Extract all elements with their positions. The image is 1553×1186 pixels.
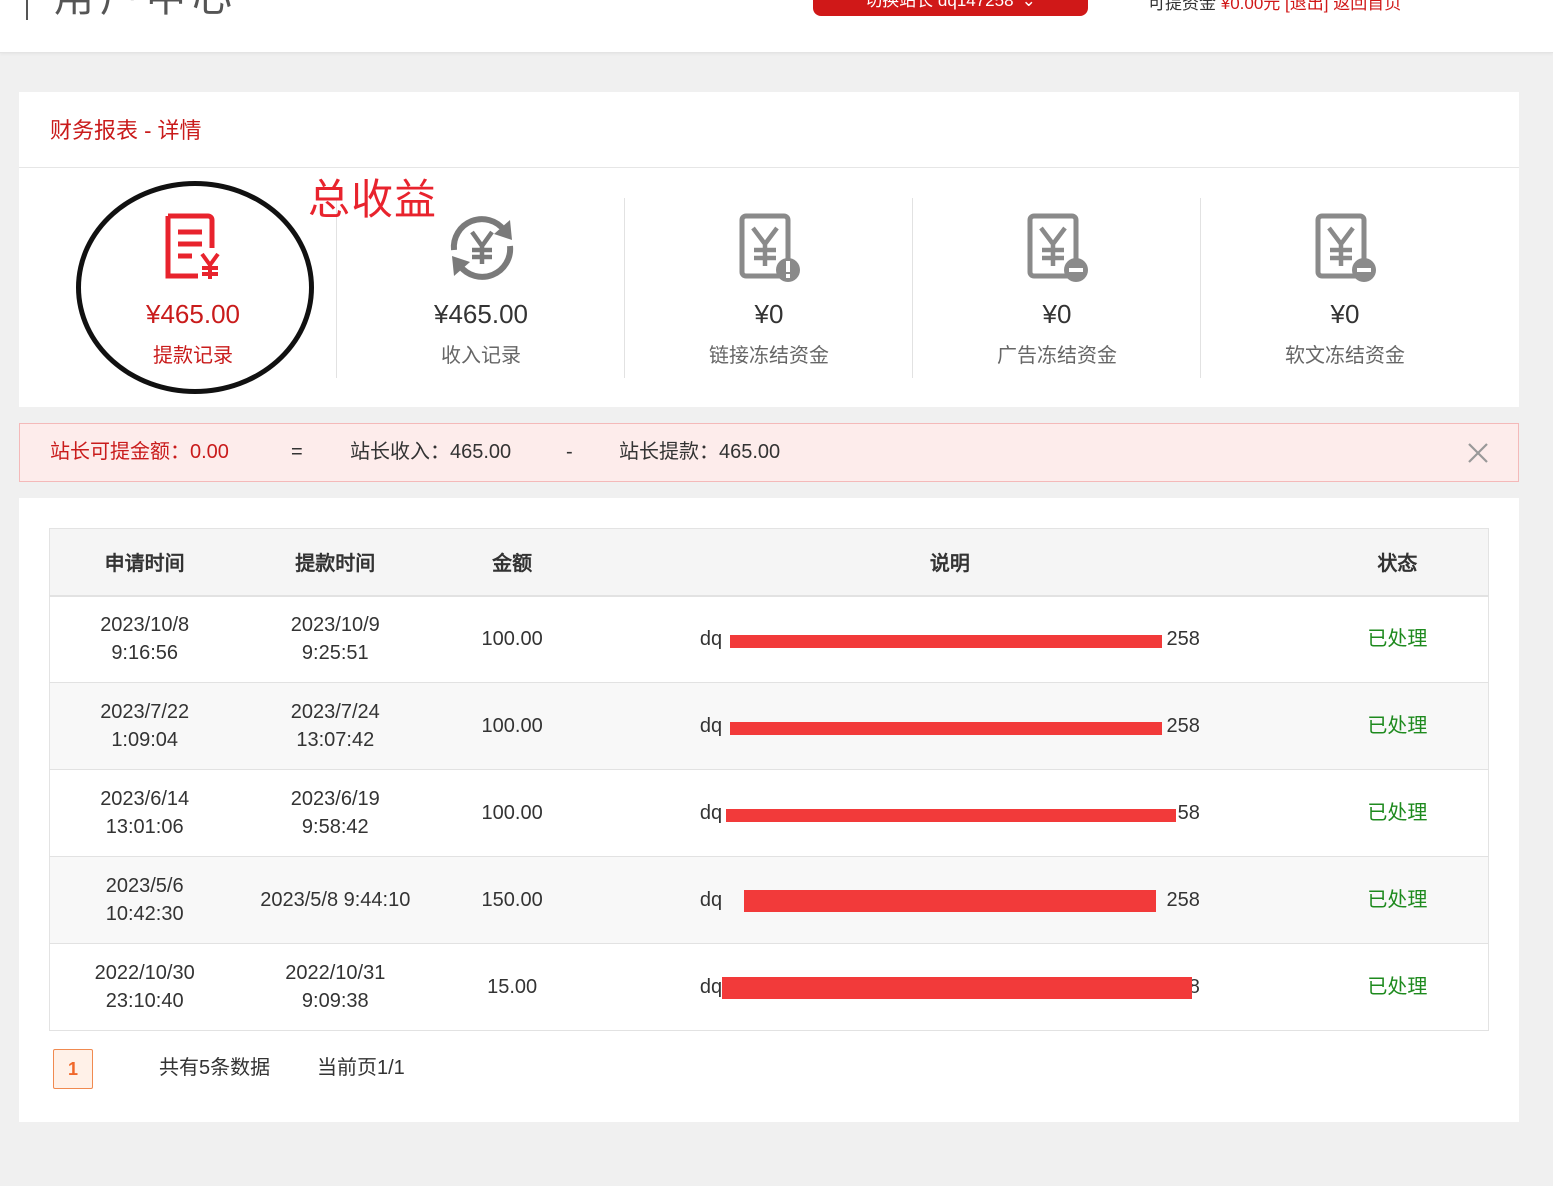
stat-label: 软文冻结资金: [1285, 345, 1405, 367]
withdraw-time-cell: 2023/6/19 9:58:42: [290, 788, 380, 838]
switch-site-label: 切换站长 dq147258: [865, 0, 1014, 10]
redaction-mark: [729, 635, 1162, 649]
amount-cell: 15.00: [487, 976, 538, 998]
amount-cell: 100.00: [481, 628, 543, 651]
apply-time-cell: 2023/10/8 9:16:56: [100, 614, 190, 665]
top-header: 用户中心 切换站长 dq147258 ⌄ 可提资金 ¥0.00元 [退出] 返回首…: [0, 0, 1553, 53]
description-cell: dq 58: [699, 802, 1200, 824]
stat-label: 链接冻结资金: [709, 345, 829, 367]
table-header-row: 申请时间 提款时间 金额 说明 状态: [49, 528, 1489, 597]
stat-label: 收入记录: [441, 345, 521, 367]
equals-sign: =: [291, 441, 303, 463]
records-panel: 申请时间 提款时间 金额 说明 状态 2023/10/8 9:16:56 2023…: [19, 498, 1519, 1122]
apply-time-cell: 2023/5/6 10:42:30: [105, 875, 184, 925]
description-cell: dq 258: [699, 715, 1200, 737]
withdrawable-amount-text: 站长可提金额：0.00: [50, 441, 229, 463]
panel-title: 财务报表 - 详情: [19, 92, 1519, 168]
logout-link[interactable]: [退出]: [1285, 0, 1328, 13]
status-cell: 已处理: [1367, 889, 1428, 911]
withdraw-table: 申请时间 提款时间 金额 说明 状态 2023/10/8 9:16:56 2023…: [49, 528, 1489, 1031]
table-row: 2023/7/22 1:09:04 2023/7/24 13:07:42 100.0…: [49, 682, 1489, 770]
close-icon[interactable]: [1466, 441, 1490, 465]
balance-alert: 站长可提金额：0.00 = 站长收入：465.00 - 站长提款：465.00: [19, 423, 1519, 482]
header-apply-time: 申请时间: [49, 528, 240, 597]
frozen-minus-icon: [1315, 213, 1376, 282]
frozen-warning-icon: [739, 213, 800, 282]
table-row: 2023/5/6 10:42:30 2023/5/8 9:44:10 150.00…: [49, 856, 1489, 944]
withdraw-time-cell: 2022/10/31 9:09:38: [285, 962, 386, 1012]
withdrawn-text: 站长提款：465.00: [619, 441, 781, 463]
table-row: 2023/10/8 9:16:56 2023/10/9 9:25:51 100.00…: [49, 596, 1489, 683]
description-cell: dq 258: [699, 889, 1200, 912]
total-count: 共有5条数据: [159, 1057, 271, 1079]
status-cell: 已处理: [1367, 802, 1428, 824]
withdraw-time-cell: 2023/5/8 9:44:10: [260, 889, 411, 911]
status-cell: 已处理: [1367, 628, 1428, 651]
withdrawable-label: 可提资金: [1148, 0, 1216, 13]
redaction-mark: [743, 890, 1156, 912]
table-row: 2022/10/30 23:10:40 2022/10/31 9:09:38 15.…: [49, 944, 1489, 1031]
stat-amount: ¥465.00: [434, 299, 528, 329]
back-home-link[interactable]: 返回首页: [1333, 0, 1401, 13]
chevron-down-icon: ⌄: [1021, 0, 1036, 10]
page-1-button[interactable]: 1: [53, 1049, 93, 1089]
header-amount: 金额: [431, 528, 594, 597]
income-text: 站长收入：465.00: [350, 441, 512, 463]
redaction-mark: [725, 809, 1176, 822]
withdraw-time-cell: 2023/7/24 13:07:42: [290, 701, 380, 751]
header-description: 说明: [593, 528, 1307, 597]
refresh-yen-icon: [450, 216, 514, 280]
description-cell: dq 8: [699, 976, 1200, 999]
amount-cell: 150.00: [481, 889, 543, 911]
withdraw-time-cell: 2023/10/9 9:25:51: [290, 614, 380, 665]
amount-cell: 100.00: [481, 802, 543, 824]
account-info: 可提资金 ¥0.00元 [退出] 返回首页: [1148, 0, 1401, 14]
stat-article-frozen[interactable]: ¥0 软文冻结资金: [1201, 198, 1489, 378]
stat-link-frozen[interactable]: ¥0 链接冻结资金: [625, 198, 913, 378]
annotation-circle: [76, 181, 314, 394]
frozen-minus-icon: [1027, 213, 1088, 282]
status-cell: 已处理: [1367, 715, 1428, 737]
redaction-mark: [721, 977, 1192, 999]
stat-amount: ¥0: [1330, 299, 1360, 329]
stat-amount: ¥0: [754, 299, 784, 329]
stat-label: 广告冻结资金: [997, 345, 1117, 367]
description-cell: dq 258: [699, 628, 1200, 651]
page-indicator: 当前页1/1: [317, 1057, 405, 1079]
redaction-mark: [729, 722, 1162, 735]
minus-sign: -: [566, 441, 573, 463]
amount-cell: 100.00: [481, 715, 543, 737]
header-status: 状态: [1306, 528, 1489, 597]
switch-site-button[interactable]: 切换站长 dq147258 ⌄: [813, 0, 1088, 16]
annotation-text: 总收益: [308, 175, 438, 224]
withdrawable-amount: ¥0.00元: [1220, 0, 1281, 13]
stat-amount: ¥0: [1042, 299, 1072, 329]
page-heading: 用户中心: [26, 0, 238, 20]
apply-time-cell: 2023/6/14 13:01:06: [100, 788, 190, 838]
stat-ad-frozen[interactable]: ¥0 广告冻结资金: [913, 198, 1201, 378]
status-cell: 已处理: [1367, 976, 1428, 998]
table-row: 2023/6/14 13:01:06 2023/6/19 9:58:42 100.0…: [49, 770, 1489, 857]
header-withdraw-time: 提款时间: [239, 528, 432, 597]
apply-time-cell: 2022/10/30 23:10:40: [94, 962, 195, 1012]
apply-time-cell: 2023/7/22 1:09:04: [100, 701, 190, 751]
